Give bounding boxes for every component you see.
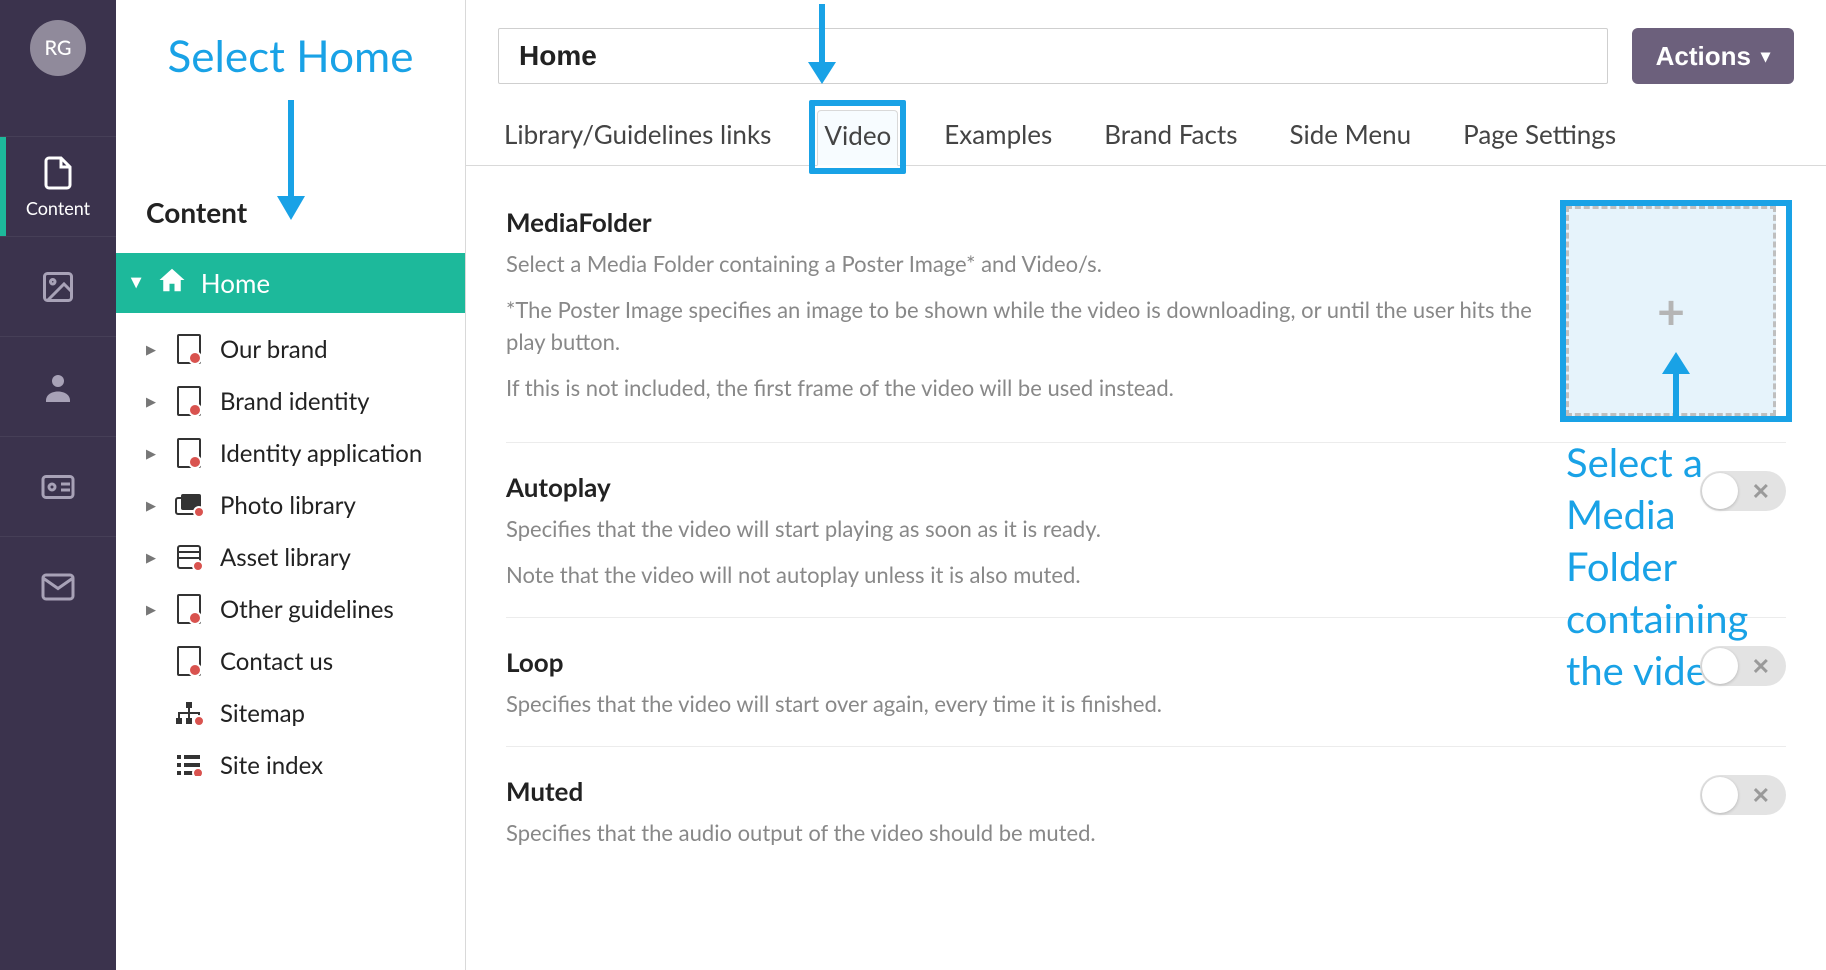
tree-node-label: Sitemap	[220, 699, 305, 728]
caret-right-icon: ▶	[146, 549, 158, 566]
tab[interactable]: Page Settings	[1457, 110, 1622, 165]
home-icon	[157, 265, 187, 301]
tree-node-label: Our brand	[220, 335, 328, 364]
doc-icon	[174, 646, 204, 676]
setting-desc: Specifies that the video will start play…	[506, 513, 1670, 545]
tab[interactable]: Side Menu	[1283, 110, 1417, 165]
rail-item-id[interactable]	[0, 436, 116, 536]
caret-right-icon: ▶	[146, 445, 158, 462]
image-icon	[40, 269, 76, 305]
x-icon: ✕	[1752, 652, 1770, 680]
doc-icon	[174, 386, 204, 416]
plus-icon: +	[1657, 283, 1685, 340]
topbar: Actions	[466, 0, 1826, 84]
setting-title: Autoplay	[506, 471, 1670, 503]
setting-autoplay: Autoplay Specifies that the video will s…	[506, 471, 1786, 618]
rail-item-label: Content	[26, 197, 90, 219]
tree-children: ▶ Our brand ▶ Brand identity ▶ Identity appli…	[116, 313, 465, 801]
tree-node[interactable]: Site index	[146, 739, 465, 791]
doc-icon	[174, 438, 204, 468]
setting-media-folder: MediaFolder Select a Media Folder contai…	[506, 206, 1786, 443]
caret-right-icon: ▶	[146, 601, 158, 618]
mail-icon	[40, 569, 76, 605]
page-title-input[interactable]	[498, 28, 1608, 84]
doc-icon	[174, 334, 204, 364]
assets-icon	[174, 544, 204, 570]
document-icon	[40, 155, 76, 191]
caret-right-icon: ▶	[146, 497, 158, 514]
tree-node[interactable]: ▶ Identity application	[146, 427, 465, 479]
tree-node-label: Photo library	[220, 491, 356, 520]
setting-desc: Select a Media Folder containing a Poste…	[506, 248, 1536, 280]
tree-node-label: Site index	[220, 751, 323, 780]
setting-title: MediaFolder	[506, 206, 1536, 238]
media-folder-picker[interactable]: +	[1566, 206, 1776, 416]
toggle-muted[interactable]: ✕	[1700, 775, 1786, 815]
id-card-icon	[40, 469, 76, 505]
tree-node[interactable]: ▶ Asset library	[146, 531, 465, 583]
setting-desc: Specifies that the audio output of the v…	[506, 817, 1670, 849]
tabs: Library/Guidelines links Video Examples Bra…	[466, 84, 1826, 166]
tree-heading: Content	[116, 0, 465, 253]
toggle-autoplay[interactable]: ✕	[1700, 471, 1786, 511]
tab-content: MediaFolder Select a Media Folder contai…	[466, 166, 1826, 895]
app-rail: RG Content	[0, 0, 116, 970]
tree-node[interactable]: ▶ Brand identity	[146, 375, 465, 427]
tree-node-home[interactable]: ▶ Home	[116, 253, 465, 313]
tree-node[interactable]: ▶ Our brand	[146, 323, 465, 375]
tree-node-label: Other guidelines	[220, 595, 394, 624]
tree-node[interactable]: Contact us	[146, 635, 465, 687]
doc-icon	[174, 594, 204, 624]
tab[interactable]: Brand Facts	[1098, 110, 1243, 165]
main-panel: Actions Library/Guidelines links Video Exa…	[466, 0, 1826, 970]
rail-item-media[interactable]	[0, 236, 116, 336]
tree-node-label: Home	[201, 267, 270, 299]
settings-column: MediaFolder Select a Media Folder contai…	[506, 206, 1786, 875]
caret-down-icon: ▶	[128, 278, 146, 289]
setting-title: Loop	[506, 646, 1670, 678]
rail-item-users[interactable]	[0, 336, 116, 436]
setting-desc: Note that the video will not autoplay un…	[506, 559, 1670, 591]
photos-icon	[174, 493, 204, 517]
content-tree-panel: Select Home Content ▶ Home ▶Our brand▶Br…	[116, 0, 466, 970]
setting-desc: *The Poster Image specifies an image to …	[506, 294, 1536, 358]
rail-item-content[interactable]: Content	[0, 136, 116, 236]
index-icon	[174, 754, 204, 776]
tree-node[interactable]: ▶ Other guidelines	[146, 583, 465, 635]
avatar[interactable]: RG	[30, 20, 86, 76]
user-icon	[40, 369, 76, 405]
rail-item-mail[interactable]	[0, 536, 116, 636]
tree-node[interactable]: Sitemap	[146, 687, 465, 739]
tree-node-label: Asset library	[220, 543, 351, 572]
actions-button[interactable]: Actions	[1632, 28, 1794, 84]
sitemap-icon	[174, 701, 204, 725]
tree-node[interactable]: ▶ Photo library	[146, 479, 465, 531]
setting-desc: Specifies that the video will start over…	[506, 688, 1670, 720]
toggle-loop[interactable]: ✕	[1700, 646, 1786, 686]
caret-right-icon: ▶	[146, 393, 158, 410]
x-icon: ✕	[1752, 781, 1770, 809]
setting-loop: Loop Specifies that the video will start…	[506, 646, 1786, 747]
media-picker-wrap: + Select aMediaFoldercontainingthe video	[1566, 206, 1786, 416]
tab[interactable]: Library/Guidelines links	[498, 110, 777, 165]
tab[interactable]: Examples	[938, 110, 1058, 165]
x-icon: ✕	[1752, 477, 1770, 505]
setting-muted: Muted Specifies that the audio output of…	[506, 775, 1786, 875]
setting-desc: If this is not included, the first frame…	[506, 372, 1536, 404]
caret-right-icon: ▶	[146, 341, 158, 358]
tree-node-label: Contact us	[220, 647, 333, 676]
tab[interactable]: Video	[817, 110, 898, 166]
tree-node-label: Brand identity	[220, 387, 370, 416]
setting-title: Muted	[506, 775, 1670, 807]
tree-node-label: Identity application	[220, 439, 422, 468]
